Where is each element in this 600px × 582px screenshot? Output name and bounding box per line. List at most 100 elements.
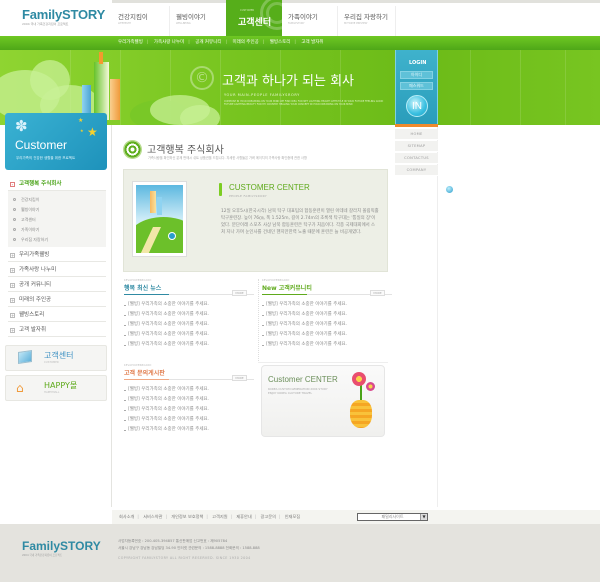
- quick-contactus[interactable]: CONTACTUS: [395, 153, 438, 164]
- subnav-item[interactable]: 고객 발자취: [301, 40, 323, 45]
- subnav-item[interactable]: 웰빙스토리: [270, 40, 291, 45]
- quick-sitemap[interactable]: SITEMAP: [395, 141, 438, 152]
- gnb-item-myhome[interactable]: 우리집 자랑하기 MYHOME PREVIEW: [338, 6, 396, 36]
- sidebar-item[interactable]: + 공개 커뮤니티: [8, 279, 106, 292]
- more-button[interactable]: MORE: [370, 290, 385, 296]
- board-item[interactable]: [웰빙] 우리가족의 소중한 이야기를 주세요.: [124, 425, 254, 435]
- footer-links: 회사소개 | 서비스약관 | 개인정보 보호정책 | 고객지원 | 제휴안내 | 광고문의…: [119, 514, 301, 519]
- footer-link[interactable]: 회사소개: [119, 514, 134, 519]
- feature-body: 12일 오후5시(한국시각) 남북 탁구 대표팀의 합동훈련이 열린 아데네 갈…: [221, 209, 379, 235]
- subnav-item[interactable]: 가족사랑 나누미: [154, 40, 184, 45]
- board-item[interactable]: [웰빙] 우리가족의 소중한 이야기를 주세요.: [262, 320, 392, 330]
- quick-company[interactable]: COMPANY: [395, 165, 438, 176]
- company-info: 사업자등록번호 : 200-405-394857 통신판매업 신고번호 : 제9…: [118, 538, 260, 552]
- board-item[interactable]: [웰빙] 우리가족의 소중한 이야기를 주세요.: [262, 340, 392, 350]
- board-item[interactable]: [웰빙] 우리가족의 소중한 이야기를 주세요.: [124, 385, 254, 395]
- landscape-image: [132, 181, 187, 257]
- scroll-top-icon[interactable]: [446, 186, 453, 193]
- sidebar-item[interactable]: + 웰빙스토리: [8, 309, 106, 322]
- cloud-icon: [180, 105, 220, 125]
- board-en: KEVAPOWERBOARD: [124, 364, 152, 367]
- gnb-item-customer-active[interactable]: CUSTOMER 고객센터: [226, 0, 282, 36]
- board-item[interactable]: [웰빙] 우리가족의 소중한 이야기를 주세요.: [262, 310, 392, 320]
- separator: |: [146, 40, 149, 45]
- board-item[interactable]: [웰빙] 우리가족의 소중한 이야기를 주세요.: [124, 415, 254, 425]
- footer-link[interactable]: 서비스약관: [143, 514, 162, 519]
- sidebar-item-label: 웰빙스토리: [19, 312, 45, 318]
- separator: |: [262, 40, 265, 45]
- gnb-item-familystory[interactable]: 가족이야기 FAMILYSTORY: [282, 6, 338, 36]
- cc-title: Customer CENTER: [268, 375, 338, 384]
- board-en: KEVAPOWERBOARD: [124, 279, 152, 282]
- accent-bar: [219, 183, 222, 196]
- gnb-item-wellbeing[interactable]: 웰빙이야기 WELLBEING: [170, 6, 228, 36]
- info-line: 사업자등록번호 : 200-405-394857 통신판매업 신고번호 : 제9…: [118, 539, 228, 543]
- sidebar-item[interactable]: + 우리가족웰빙: [8, 249, 106, 262]
- board-item[interactable]: [웰빙] 우리가족의 소중한 이야기를 주세요.: [124, 320, 254, 330]
- board-item[interactable]: [웰빙] 우리가족의 소중한 이야기를 주세요.: [262, 300, 392, 310]
- sidebar-item[interactable]: + 미래의 주인공: [8, 294, 106, 307]
- footer-link[interactable]: 고객지원: [212, 514, 227, 519]
- gnb-label: 가족이야기: [288, 13, 318, 21]
- family-site-select[interactable]: 패밀리사이트 ▼: [357, 513, 428, 521]
- sub-nav: 우리가족웰빙 | 가족사랑 나누미 | 공개 커뮤니티 | 미래의 주인공 | 웰빙스토…: [118, 39, 324, 45]
- quick-menu: [395, 127, 438, 507]
- sidebar-title: Customer: [15, 138, 68, 152]
- global-nav: 건강지킴이 LIFEHELTH 웰빙이야기 WELLBEING 가족이야기 FA…: [112, 0, 600, 36]
- customer-center-banner[interactable]: 고객센터 CUSTOMER: [5, 345, 107, 371]
- board-item[interactable]: [웰빙] 우리가족의 소중한 이야기를 주세요.: [124, 300, 254, 310]
- subnav-item[interactable]: 공개 커뮤니티: [195, 40, 221, 45]
- login-button[interactable]: IN: [406, 95, 428, 117]
- copyright-icon: ©: [190, 66, 214, 90]
- sidebar-item-label: 공개 커뮤니티: [19, 282, 52, 288]
- plus-icon: +: [10, 283, 15, 288]
- feature-title: CUSTOMER CENTER: [229, 183, 310, 192]
- board-item[interactable]: [웰빙] 우리가족의 소중한 이야기를 주세요.: [124, 395, 254, 405]
- sidebar-item-active[interactable]: - 고객행복 주식회사: [8, 178, 106, 191]
- sidebar-item[interactable]: + 고객 발자취: [8, 324, 106, 337]
- board-item[interactable]: [웰빙] 우리가족의 소중한 이야기를 주세요.: [124, 405, 254, 415]
- footer-link[interactable]: 인재모집: [285, 514, 300, 519]
- house-icon: ⌂: [16, 381, 24, 395]
- board-community: KEVAPOWERBOARD New 고객커뮤니티 MORE [웰빙] 우리가족…: [262, 279, 392, 350]
- footer-link[interactable]: 광고문의: [261, 514, 276, 519]
- footer-link[interactable]: 개인정보 보호정책: [171, 514, 203, 519]
- board-item[interactable]: [웰빙] 우리가족의 소중한 이야기를 주세요.: [124, 330, 254, 340]
- banner-subtitle: YOUR MAIN-PEOPLE FAMILYSRORY: [224, 93, 300, 97]
- gnb-sublabel: LIFEHELTH: [118, 22, 132, 25]
- id-input[interactable]: 아이디: [400, 71, 433, 79]
- subnav-item[interactable]: 우리가족웰빙: [118, 40, 143, 45]
- site-logo[interactable]: FamilySTORY: [22, 7, 105, 22]
- gnb-item-lifehealth[interactable]: 건강지킴이 LIFEHELTH: [112, 6, 170, 36]
- sidebar-item-label: 우리가족웰빙: [19, 252, 50, 258]
- submenu-label: 건강지킴이: [21, 197, 40, 202]
- star-icon: ★: [87, 125, 98, 139]
- board-item[interactable]: [웰빙] 우리가족의 소중한 이야기를 주세요.: [262, 330, 392, 340]
- gnb-sublabel: CUSTOMER: [240, 9, 255, 12]
- board-item[interactable]: [웰빙] 우리가족의 소중한 이야기를 주세요.: [124, 310, 254, 320]
- gnb-sublabel: MYHOME PREVIEW: [344, 22, 368, 25]
- sidebar-item-label: 고객행복 주식회사: [19, 181, 62, 187]
- logo-tagline: 2004 국내 가족건강지킴이 프로젝트: [22, 22, 69, 26]
- vase-icon: [350, 400, 372, 428]
- happymall-banner[interactable]: ⌂ HAPPY몰 HAPPYMALL: [5, 375, 107, 401]
- monitor-icon: [18, 350, 32, 364]
- flower-icon: [366, 382, 375, 391]
- submenu-item[interactable]: 우리집 자랑하기: [12, 234, 48, 245]
- footer-link[interactable]: 제휴안내: [236, 514, 251, 519]
- sidebar-item-label: 고객 발자취: [19, 327, 47, 333]
- board-item[interactable]: [웰빙] 우리가족의 소중한 이야기를 주세요.: [124, 340, 254, 350]
- board-inquiry: KEVAPOWERBOARD 고객 문의게시판 MORE [웰빙] 우리가족의 …: [124, 364, 254, 435]
- more-button[interactable]: MORE: [232, 290, 247, 296]
- subnav-item[interactable]: 미래의 주인공: [232, 40, 258, 45]
- sidebar-item[interactable]: + 가족사랑 나누미: [8, 264, 106, 277]
- building-icon: [110, 79, 120, 120]
- quick-home[interactable]: HOME: [395, 129, 438, 140]
- banner-title: 고객센터: [44, 351, 74, 360]
- board-en: KEVAPOWERBOARD: [262, 279, 290, 282]
- password-input[interactable]: 패스워드: [400, 82, 433, 90]
- banner-sub: CUSTOMER: [44, 361, 59, 364]
- footer-logo: FamilySTORY: [22, 539, 101, 553]
- flower-icon: ✽: [15, 117, 28, 135]
- more-button[interactable]: MORE: [232, 375, 247, 381]
